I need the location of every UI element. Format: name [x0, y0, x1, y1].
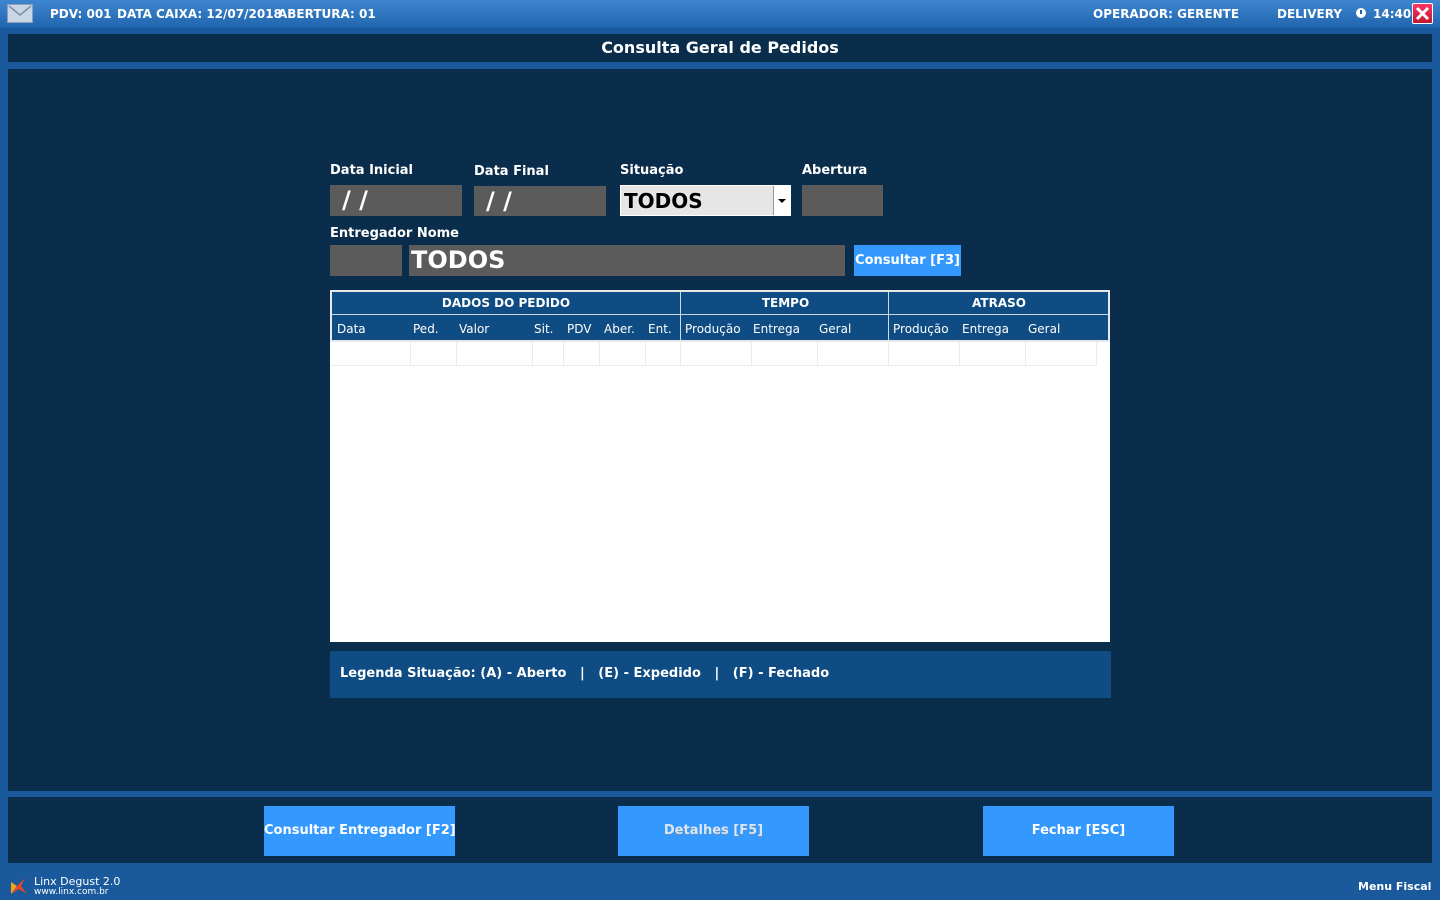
data-caixa-label: DATA CAIXA: 12/07/2018	[117, 7, 282, 21]
grid-cell-line	[599, 342, 600, 365]
entregador-label: Entregador Nome	[330, 226, 460, 241]
mail-icon[interactable]	[7, 4, 33, 23]
linx-logo-icon	[11, 878, 27, 894]
data-inicial-label: Data Inicial	[330, 163, 414, 178]
mode-label: DELIVERY	[1277, 7, 1343, 21]
abertura-label: ABERTURA: 01	[278, 7, 376, 21]
grid-cell-line	[959, 342, 960, 365]
situacao-label: Situação	[620, 163, 684, 178]
grid-cell-line	[751, 342, 752, 365]
data-final-label: Data Final	[474, 164, 549, 179]
col-data[interactable]: Data	[337, 322, 366, 336]
legend-text: Legenda Situação: (A) - Aberto | (E) - E…	[340, 666, 830, 681]
col-atraso-geral[interactable]: Geral	[1028, 322, 1060, 336]
header-divider	[888, 292, 889, 340]
grid-cell-line	[817, 342, 818, 365]
entregador-nome-input[interactable]: TODOS	[409, 245, 845, 276]
abertura-input[interactable]	[802, 185, 883, 216]
entregador-code-input[interactable]	[330, 245, 402, 276]
col-tempo-geral[interactable]: Geral	[819, 322, 851, 336]
fechar-button[interactable]: Fechar [ESC]	[983, 806, 1174, 856]
group-atraso: ATRASO	[972, 296, 1026, 310]
grid-cell-line	[532, 342, 533, 365]
data-final-input[interactable]: / /	[474, 186, 606, 216]
grid-cell-line	[680, 342, 681, 365]
title-panel: Consulta Geral de Pedidos	[8, 34, 1432, 62]
grid-cell-line	[410, 342, 411, 365]
col-ped[interactable]: Ped.	[413, 322, 439, 336]
menu-fiscal-link[interactable]: Menu Fiscal	[1358, 880, 1431, 893]
time-label: 14:40	[1373, 7, 1412, 21]
data-inicial-input[interactable]: / /	[330, 185, 462, 216]
col-ent[interactable]: Ent.	[648, 322, 672, 336]
orders-grid-body[interactable]	[330, 342, 1110, 642]
grid-row-line	[330, 365, 1097, 366]
chevron-down-icon[interactable]	[773, 186, 790, 215]
window-title: Consulta Geral de Pedidos	[601, 38, 839, 57]
legend-panel: Legenda Situação: (A) - Aberto | (E) - E…	[330, 651, 1111, 698]
col-valor[interactable]: Valor	[459, 322, 489, 336]
group-tempo: TEMPO	[761, 296, 810, 310]
col-sit[interactable]: Sit.	[534, 322, 553, 336]
consultar-button[interactable]: Consultar [F3]	[854, 245, 961, 276]
col-atraso-producao[interactable]: Produção	[893, 322, 949, 336]
grid-cell-line	[1096, 342, 1097, 365]
group-dados-pedido: DADOS DO PEDIDO	[441, 296, 571, 310]
consultar-entregador-button[interactable]: Consultar Entregador [F2]	[264, 806, 456, 856]
grid-cell-line	[645, 342, 646, 365]
col-pdv[interactable]: PDV	[567, 322, 591, 336]
abertura-filter-label: Abertura	[802, 163, 868, 178]
header-divider	[332, 314, 1108, 315]
grid-cell-line	[563, 342, 564, 365]
grid-cell-line	[456, 342, 457, 365]
col-tempo-entrega[interactable]: Entrega	[753, 322, 800, 336]
footer-bar	[0, 868, 1440, 900]
pdv-label: PDV: 001	[50, 7, 112, 21]
grid-cell-line	[888, 342, 889, 365]
product-url[interactable]: www.linx.com.br	[34, 887, 109, 897]
col-aber[interactable]: Aber.	[604, 322, 635, 336]
header-divider	[680, 292, 681, 340]
situacao-value: TODOS	[624, 189, 703, 213]
close-icon[interactable]	[1412, 3, 1433, 24]
col-atraso-entrega[interactable]: Entrega	[962, 322, 1009, 336]
col-tempo-producao[interactable]: Produção	[685, 322, 741, 336]
situacao-select[interactable]: TODOS	[620, 185, 791, 216]
top-status-bar: PDV: 001 DATA CAIXA: 12/07/2018 ABERTURA…	[0, 0, 1440, 28]
grid-cell-line	[1025, 342, 1026, 365]
operador-label: OPERADOR: GERENTE	[1093, 7, 1240, 21]
clock-icon	[1356, 8, 1366, 18]
orders-grid-header: DADOS DO PEDIDO TEMPO ATRASO Data Ped. V…	[330, 290, 1110, 342]
detalhes-button[interactable]: Detalhes [F5]	[618, 806, 809, 856]
